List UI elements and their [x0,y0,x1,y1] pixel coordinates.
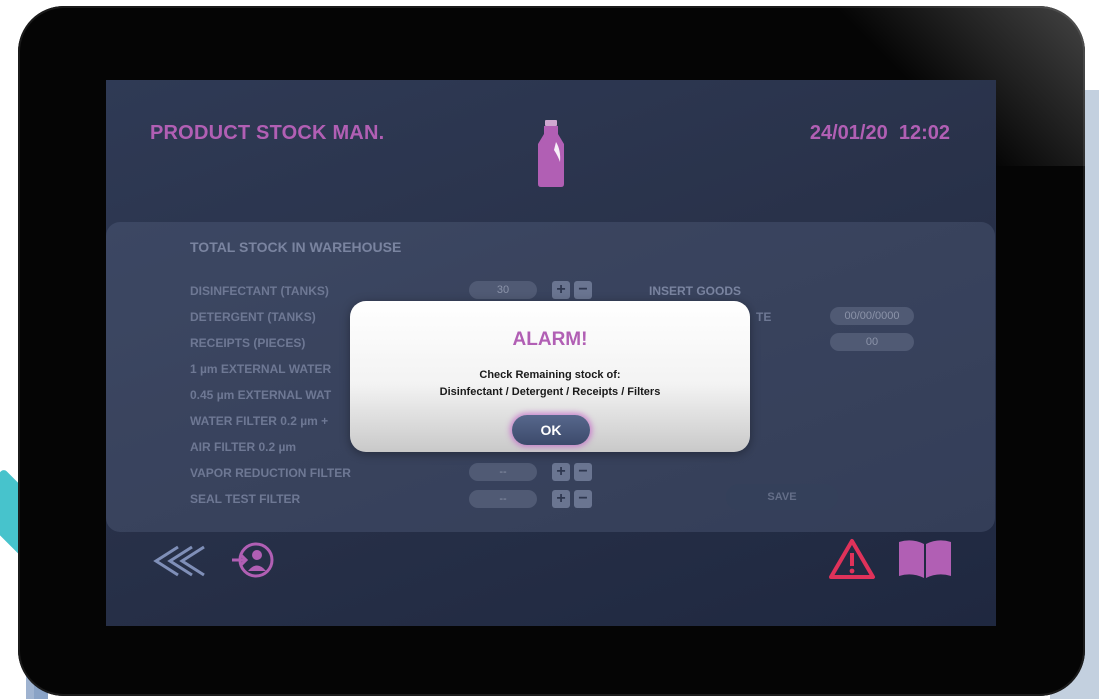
insert-date-label: TE [756,310,772,324]
alarm-dialog: ALARM! Check Remaining stock of: Disinfe… [350,301,750,452]
warning-icon[interactable] [828,538,876,585]
stock-panel-title: TOTAL STOCK IN WAREHOUSE [190,239,402,255]
alarm-message-line: Disinfectant / Detergent / Receipts / Fi… [439,386,661,398]
book-icon[interactable] [896,538,954,585]
insert-goods-title: INSERT GOODS [649,284,742,298]
device-screen: PRODUCT STOCK MAN. 24/01/20 12:02 TOTAL … [106,80,996,626]
stock-row-label: DETERGENT (TANKS) [190,310,316,324]
time-text: 12:02 [898,122,950,144]
stock-quantity-field[interactable]: -- [469,463,537,481]
decrease-button[interactable]: − [574,463,592,481]
stock-quantity-field[interactable]: -- [469,490,537,508]
ok-button[interactable]: OK [512,415,590,445]
bottle-icon [534,120,568,193]
decrease-button[interactable]: − [574,281,592,299]
date-time: 24/01/20 12:02 [810,122,950,145]
stock-row-label: SEAL TEST FILTER [190,492,301,506]
stock-quantity-field[interactable]: 30 [469,281,537,299]
alarm-message-line: Check Remaining stock of: [479,369,621,381]
stock-row-label: RECEIPTS (PIECES) [190,336,306,350]
stock-row-label: AIR FILTER 0.2 µm [190,440,297,454]
insert-quantity-field[interactable]: 00 [830,333,914,351]
increase-button[interactable]: + [552,490,570,508]
decrease-button[interactable]: − [574,490,592,508]
increase-button[interactable]: + [552,281,570,299]
save-button[interactable]: SAVE [726,484,838,510]
user-logout-icon[interactable] [230,540,276,585]
stock-row-label: WATER FILTER 0.2 µm + [190,414,329,428]
stock-row-label: 1 µm EXTERNAL WATER [190,362,332,376]
date-text: 24/01/20 [809,122,888,144]
double-chevron-left-icon[interactable] [148,544,206,583]
page-title: PRODUCT STOCK MAN. [150,122,385,144]
insert-date-field[interactable]: 00/00/0000 [830,307,914,325]
alarm-title: ALARM! [512,329,588,350]
increase-button[interactable]: + [552,463,570,481]
stock-row-label: DISINFECTANT (TANKS) [190,284,329,298]
stock-row-label: VAPOR REDUCTION FILTER [190,466,351,480]
stock-row-label: 0.45 µm EXTERNAL WAT [190,388,332,402]
